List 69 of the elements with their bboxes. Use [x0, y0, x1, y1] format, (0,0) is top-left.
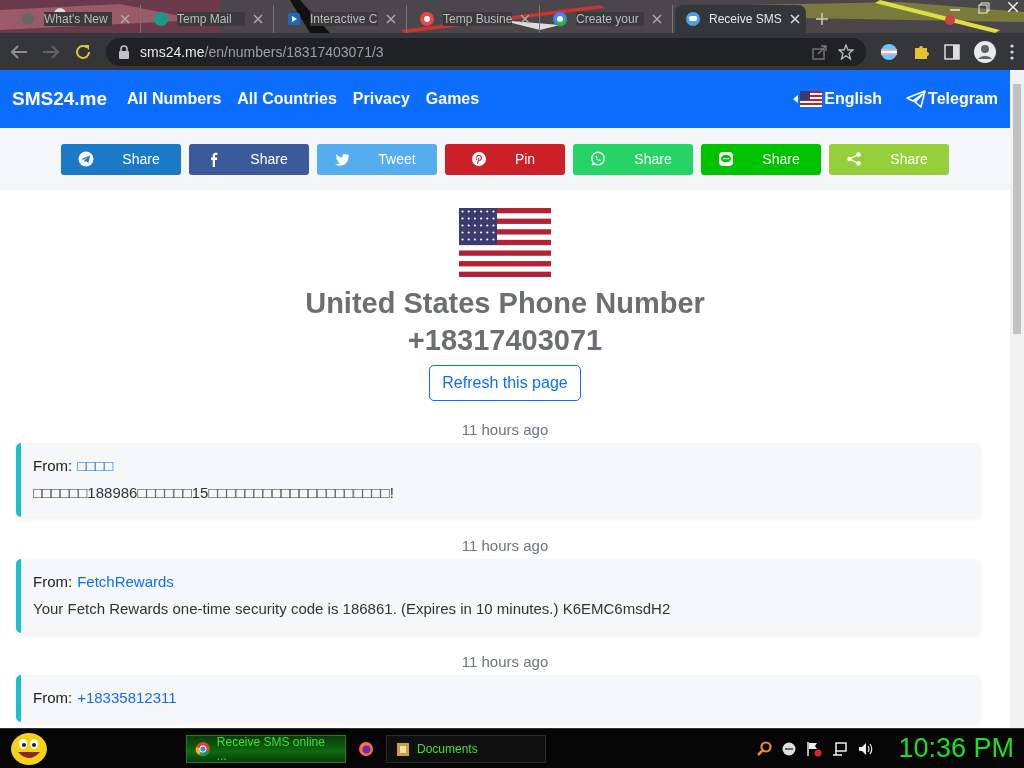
share-button[interactable]: Pin — [445, 143, 565, 175]
folder-icon — [395, 740, 411, 757]
address-bar[interactable]: sms24.me/en/numbers/18317403071/3 — [106, 37, 866, 66]
sender-link[interactable]: □□□□ — [77, 457, 114, 474]
telegram-link[interactable]: Telegram — [928, 90, 998, 108]
sender-link[interactable]: FetchRewards — [77, 573, 174, 590]
message-text: Your Fetch Rewards one-time security code is 186861. (Expires in 10 minutes.) K6EMC6msdH2 — [33, 600, 672, 617]
paper-plane-icon — [906, 90, 927, 108]
taskbar-button[interactable]: Documents — [386, 734, 546, 763]
from-label: From: — [33, 573, 73, 590]
nav-link[interactable]: All Countries — [237, 90, 337, 108]
network-icon[interactable] — [832, 740, 849, 757]
tab-favicon-icon — [419, 11, 435, 27]
sharethis-icon — [846, 151, 863, 167]
from-label: From: — [33, 689, 73, 706]
clock: 10:36 PM — [898, 733, 1014, 764]
url-text[interactable]: sms24.me/en/numbers/18317403071/3 — [140, 43, 384, 60]
nav-link[interactable]: All Numbers — [127, 90, 222, 108]
whatsapp-icon — [590, 151, 607, 167]
menu-icon[interactable] — [1010, 43, 1014, 60]
message-text: □□□□□□188986□□□□□□15□□□□□□□□□□□□□□□□□□□□! — [33, 484, 395, 501]
status-icon[interactable] — [782, 741, 797, 756]
nav-link[interactable]: Privacy — [352, 90, 410, 108]
tab-favicon-icon — [286, 11, 302, 27]
timestamp: 11 hours ago — [461, 537, 549, 555]
star-icon[interactable] — [838, 43, 854, 60]
share-button[interactable]: Share — [189, 143, 309, 175]
timestamp: 11 hours ago — [461, 653, 549, 671]
browser-tab[interactable]: Receive SMS — [675, 5, 806, 33]
refresh-button[interactable]: Refresh this page — [429, 365, 581, 401]
language-link[interactable]: English — [824, 90, 883, 108]
search-icon[interactable] — [756, 740, 773, 757]
profile-icon[interactable] — [974, 40, 996, 63]
share-button[interactable]: Tweet — [317, 143, 437, 175]
page-heading: United States Phone Number — [305, 286, 705, 321]
brand-link[interactable]: SMS24.me — [12, 88, 108, 110]
firefox-icon[interactable] — [358, 740, 374, 757]
tab-favicon-icon — [20, 11, 36, 27]
phone-number: +18317403071 — [407, 323, 603, 358]
sender-link[interactable]: +18335812311 — [77, 689, 177, 706]
timestamp: 11 hours ago — [461, 421, 549, 439]
reload-icon[interactable] — [74, 42, 92, 61]
flag-icon — [459, 208, 551, 277]
tab-favicon-icon — [685, 11, 701, 27]
flag-extension-icon[interactable] — [880, 42, 898, 61]
scrollbar[interactable] — [1010, 70, 1024, 728]
side-panel-icon[interactable] — [944, 43, 960, 60]
back-icon[interactable] — [10, 43, 28, 60]
tab-favicon-icon — [552, 11, 568, 27]
flag-alert-icon[interactable] — [806, 740, 823, 757]
from-label: From: — [33, 457, 73, 474]
close-icon[interactable] — [253, 14, 263, 24]
taskbar-button[interactable]: Receive SMS online ... — [186, 734, 346, 763]
close-icon[interactable] — [652, 14, 662, 24]
new-tab-icon[interactable] — [816, 13, 828, 25]
close-icon[interactable] — [386, 14, 396, 24]
nav-link[interactable]: Games — [425, 90, 480, 108]
share-button[interactable]: Share — [701, 143, 821, 175]
telegram-icon — [78, 151, 95, 167]
share-button[interactable]: Share — [61, 143, 181, 175]
restore-icon[interactable] — [978, 2, 990, 14]
share-icon[interactable] — [812, 43, 828, 60]
pinterest-icon — [470, 151, 487, 167]
smiley-icon[interactable] — [10, 731, 48, 766]
chrome-icon — [195, 740, 211, 757]
twitter-icon — [334, 151, 351, 167]
close-icon[interactable] — [520, 14, 531, 24]
lock-icon — [118, 44, 130, 59]
tab-favicon-icon — [153, 11, 169, 27]
